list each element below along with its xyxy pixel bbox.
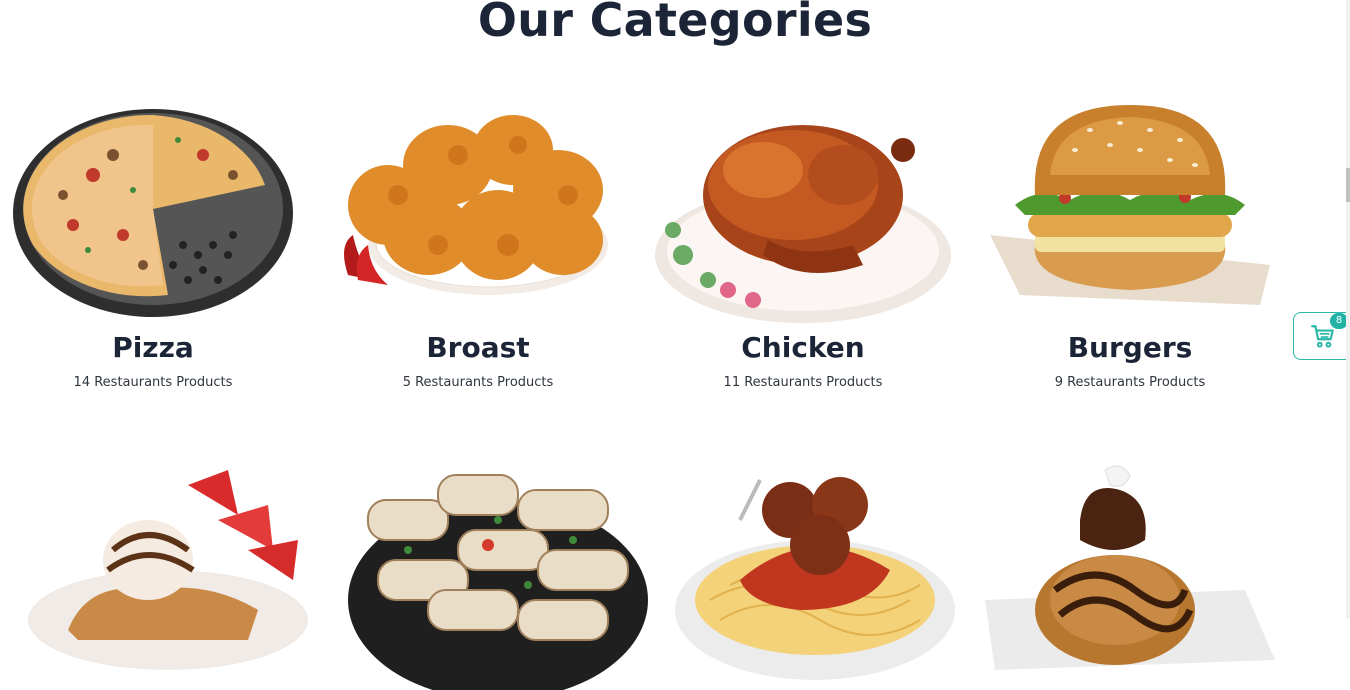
wraps-image xyxy=(348,460,648,690)
category-name: Pizza xyxy=(112,331,194,364)
category-card-7[interactable] xyxy=(670,460,970,690)
dessert-image xyxy=(28,460,328,690)
category-name: Chicken xyxy=(741,331,865,364)
cart-button[interactable]: 8 xyxy=(1293,312,1350,360)
category-card-chicken[interactable]: Chicken 11 Restaurants Products xyxy=(653,95,953,390)
category-count: 5 Restaurants Products xyxy=(402,375,554,390)
category-card-burgers[interactable]: Burgers 9 Restaurants Products xyxy=(980,95,1280,390)
category-count: 11 Restaurants Products xyxy=(723,375,883,390)
category-card-broast[interactable]: Broast 5 Restaurants Products xyxy=(328,95,628,390)
category-count: 9 Restaurants Products xyxy=(1054,375,1206,390)
category-count: 14 Restaurants Products xyxy=(73,375,233,390)
broast-image xyxy=(328,95,628,325)
pizza-image xyxy=(3,95,303,325)
category-card-6[interactable] xyxy=(348,460,648,690)
chocolate-dessert-image xyxy=(985,460,1285,690)
category-name: Broast xyxy=(426,331,530,364)
page-title: Our Categories xyxy=(477,0,873,47)
scrollbar-thumb[interactable] xyxy=(1346,168,1350,202)
category-card-5[interactable] xyxy=(28,460,328,690)
category-name: Burgers xyxy=(1067,331,1193,364)
roast-chicken-image xyxy=(653,95,953,325)
spaghetti-image xyxy=(670,460,970,690)
category-card-pizza[interactable]: Pizza 14 Restaurants Products xyxy=(3,95,303,390)
burger-image xyxy=(980,95,1280,325)
page-scrollbar[interactable] xyxy=(1346,0,1350,619)
category-card-8[interactable] xyxy=(985,460,1285,690)
